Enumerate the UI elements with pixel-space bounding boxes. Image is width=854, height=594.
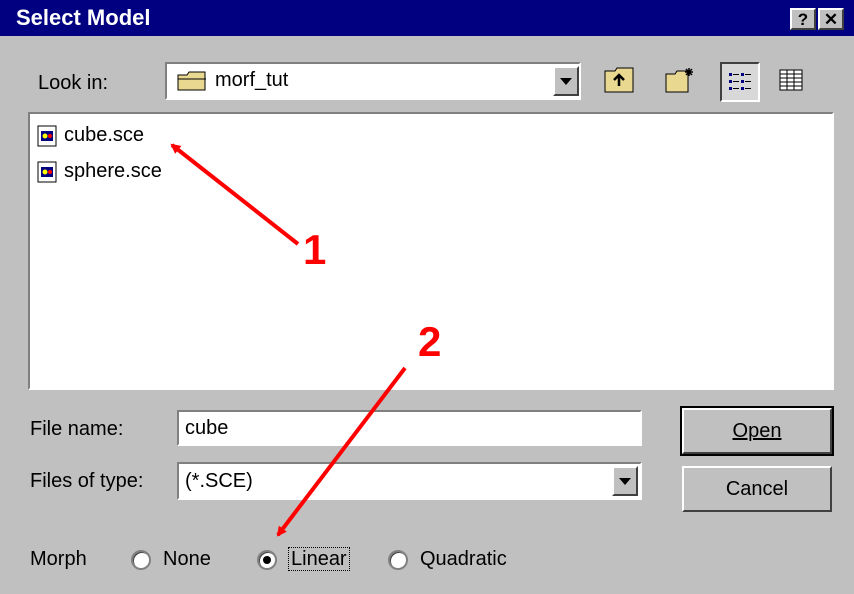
radio-none-label[interactable]: None [163,548,211,571]
list-view-icon [729,73,751,90]
chevron-down-icon [560,77,572,85]
annotation-arrow-2 [276,366,407,537]
file-item-label: sphere.sce [64,160,162,182]
morph-label: Morph [30,548,87,570]
radio-quadratic-label[interactable]: Quadratic [420,548,507,571]
radio-linear[interactable] [257,550,277,570]
scene-file-icon [37,125,57,146]
look-in-dropdown-button[interactable] [553,66,579,96]
chevron-down-icon [619,477,631,485]
file-item-label: cube.sce [64,124,145,146]
window-title: Select Model [16,5,151,30]
details-view-icon [779,69,803,91]
annotation-number-2: 2 [418,318,442,365]
look-in-value: morf_tut [215,69,289,91]
radio-quadratic[interactable] [388,550,408,570]
help-button[interactable]: ? [790,8,816,30]
up-folder-button[interactable] [601,62,637,98]
new-folder-button[interactable] [662,62,698,98]
close-button[interactable]: ✕ [818,8,844,30]
file-name-label: File name: [30,418,124,440]
look-in-dropdown[interactable]: morf_tut [165,62,581,100]
files-of-type-label: Files of type: [30,470,144,492]
annotation-number-1: 1 [303,226,327,273]
file-name-input[interactable]: cube [177,410,642,446]
details-view-button[interactable] [773,62,809,98]
up-folder-icon [604,67,634,93]
cancel-button[interactable]: Cancel [682,466,832,512]
scene-file-icon [37,161,57,182]
file-name-value: cube [185,417,229,439]
files-of-type-value: (*.SCE) [185,470,253,492]
open-button[interactable]: Open [680,406,834,456]
file-item-cube[interactable]: cube.sce [36,124,144,147]
file-item-sphere[interactable]: sphere.sce [36,160,162,183]
files-of-type-dropdown[interactable]: (*.SCE) [177,462,642,500]
radio-none[interactable] [131,550,151,570]
radio-selected-dot [263,556,271,564]
radio-linear-label[interactable]: Linear [288,547,350,571]
look-in-label: Look in: [38,72,109,94]
files-of-type-dropdown-button[interactable] [612,466,638,496]
folder-icon [177,71,206,91]
list-view-button[interactable] [720,62,760,102]
new-folder-icon [665,68,693,93]
